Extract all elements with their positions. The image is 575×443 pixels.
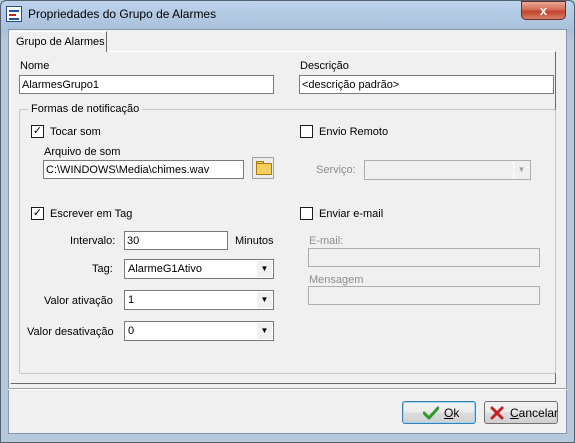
intervalo-unit-label: Minutos — [235, 235, 274, 247]
intervalo-input[interactable]: 30 — [124, 231, 228, 250]
x-icon — [490, 406, 504, 420]
nome-input[interactable]: AlarmesGrupo1 — [19, 75, 274, 94]
envio-remoto-checkbox[interactable] — [300, 125, 313, 138]
descricao-input[interactable]: <descrição padrão> — [299, 75, 554, 94]
tocar-som-label[interactable]: Tocar som — [50, 126, 101, 138]
notification-group-title: Formas de notificação — [28, 103, 143, 115]
check-icon: ✓ — [32, 207, 43, 219]
tag-select[interactable]: AlarmeG1Ativo ▼ — [124, 259, 274, 279]
folder-icon — [256, 163, 272, 175]
tag-label: Tag: — [92, 263, 113, 275]
valor-desativacao-select[interactable]: 0 ▼ — [124, 321, 274, 341]
email-label: E-mail: — [309, 235, 344, 247]
servico-label: Serviço: — [316, 164, 356, 176]
mensagem-input[interactable] — [308, 286, 540, 305]
nome-label: Nome — [20, 60, 50, 72]
close-button[interactable]: x — [521, 1, 566, 20]
check-icon: ✓ — [32, 125, 43, 137]
email-input[interactable] — [308, 248, 540, 267]
chevron-down-icon: ▼ — [256, 292, 272, 308]
window-title: Propriedades do Grupo de Alarmes — [28, 7, 217, 21]
checkmark-icon — [423, 406, 439, 420]
enviar-email-label[interactable]: Enviar e-mail — [319, 208, 383, 220]
close-icon: x — [539, 3, 548, 18]
intervalo-label: Intervalo: — [70, 235, 116, 247]
mensagem-label: Mensagem — [309, 274, 364, 286]
servico-select[interactable]: ▼ — [364, 160, 531, 180]
escrever-tag-checkbox[interactable]: ✓ — [31, 207, 44, 220]
chevron-down-icon: ▼ — [256, 261, 272, 277]
valor-ativacao-label: Valor ativação — [44, 295, 113, 307]
tocar-som-checkbox[interactable]: ✓ — [31, 125, 44, 138]
arquivo-som-label: Arquivo de som — [44, 146, 121, 158]
arquivo-som-input[interactable]: C:\WINDOWS\Media\chimes.wav — [43, 160, 244, 179]
chevron-down-icon: ▼ — [513, 162, 529, 178]
descricao-label: Descrição — [300, 60, 349, 72]
valor-ativacao-select[interactable]: 1 ▼ — [124, 290, 274, 310]
footer-separator — [8, 388, 567, 390]
chevron-down-icon: ▼ — [256, 323, 272, 339]
enviar-email-checkbox[interactable] — [300, 207, 313, 220]
cancel-button[interactable]: Cancelar — [484, 401, 558, 424]
app-icon — [6, 6, 22, 22]
title-bar[interactable]: Propriedades do Grupo de Alarmes x — [0, 0, 575, 28]
ok-button[interactable]: Ok — [402, 401, 476, 424]
envio-remoto-label[interactable]: Envio Remoto — [319, 126, 388, 138]
tab-grupo-de-alarmes[interactable]: Grupo de Alarmes — [10, 31, 107, 52]
valor-desativacao-label: Valor desativação — [27, 326, 114, 338]
escrever-tag-label[interactable]: Escrever em Tag — [50, 208, 132, 220]
browse-file-button[interactable] — [252, 157, 274, 179]
